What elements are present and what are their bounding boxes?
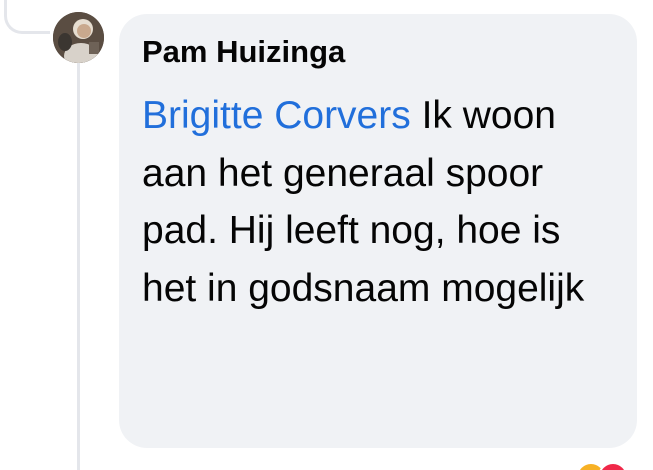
love-reaction-icon bbox=[598, 462, 628, 470]
mention-link[interactable]: Brigitte Corvers bbox=[142, 94, 411, 137]
avatar-photo-icon bbox=[53, 12, 104, 63]
avatar[interactable] bbox=[53, 12, 104, 63]
thread-line bbox=[77, 62, 80, 470]
reaction-icons[interactable] bbox=[576, 462, 628, 470]
comment-author-name[interactable]: Pam Huizinga bbox=[142, 30, 345, 74]
thread-connector bbox=[4, 0, 50, 34]
comment-text: Brigitte Corvers Ik woon aan het generaa… bbox=[142, 87, 612, 317]
